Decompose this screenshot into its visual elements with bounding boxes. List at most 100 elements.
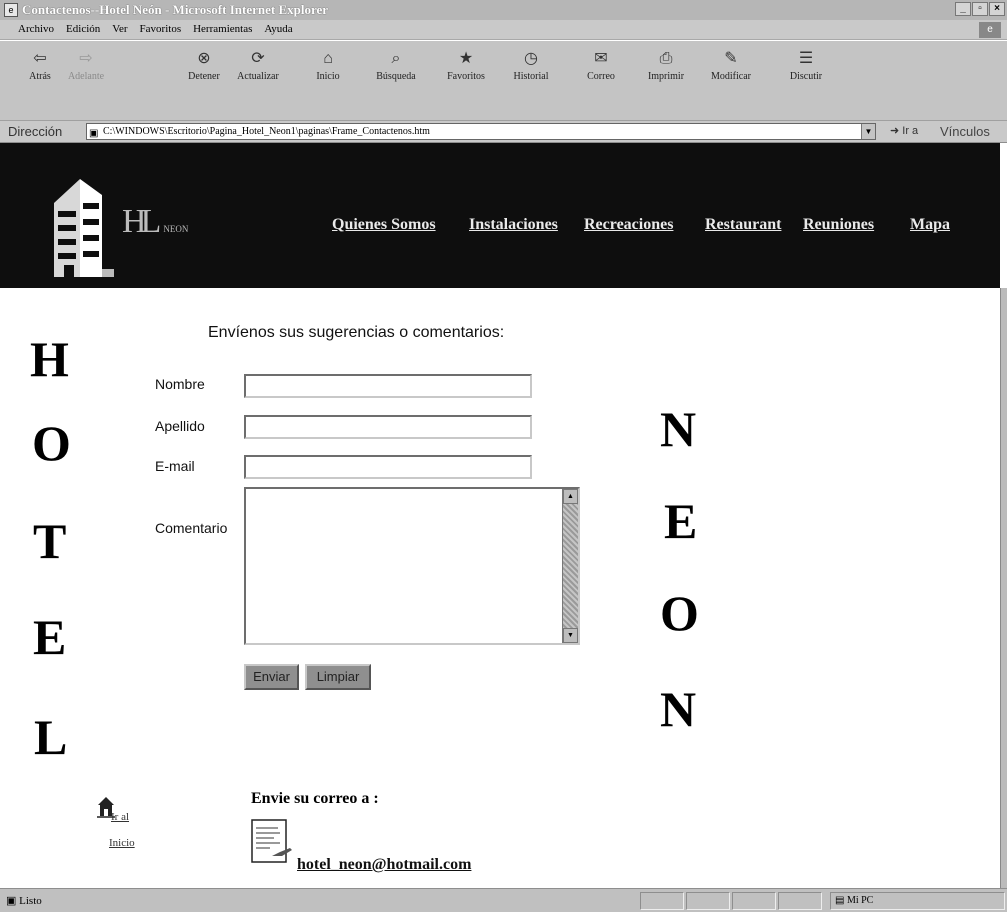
ie-page-icon: e [4, 3, 18, 17]
toolbar-button-edit[interactable]: ✎ Modificar [705, 47, 757, 82]
status-cell [778, 892, 822, 910]
toolbar-button-stop[interactable]: ⊗ Detener [178, 47, 230, 82]
toolbar-button-search[interactable]: ⌕ Búsqueda [370, 47, 422, 82]
toolbar-button-history[interactable]: ◷ Historial [505, 47, 557, 82]
logo-neon-text: NEON [163, 224, 189, 235]
toolbar-button-forward-arrow[interactable]: ⇨ Adelante [60, 47, 112, 82]
status-cell [640, 892, 684, 910]
nav-quienes-somos[interactable]: Quienes Somos [332, 216, 436, 234]
toolbar-button-refresh[interactable]: ⟳ Actualizar [232, 47, 284, 82]
comment-textarea[interactable]: ▲ ▼ [244, 487, 580, 645]
logo-wordmark: HL NEON [122, 203, 188, 241]
email-label: E-mail [155, 458, 195, 474]
toolbar-button-label: Detener [188, 71, 220, 82]
hotel-letter-e: E [33, 609, 67, 665]
name-label: Nombre [155, 376, 205, 392]
stop-icon: ⊗ [197, 50, 211, 67]
toolbar-button-discuss[interactable]: ☰ Discutir [780, 47, 832, 82]
email-link[interactable]: hotel_neon@hotmail.com [297, 856, 471, 874]
toolbar-button-print[interactable]: ⎙ Imprimir [640, 47, 692, 82]
comment-scrollbar[interactable]: ▲ ▼ [562, 489, 578, 643]
links-button[interactable]: Vínculos [940, 124, 990, 139]
clear-button[interactable]: Limpiar [305, 664, 371, 690]
security-zone: ▤ Mi PC [830, 892, 1005, 910]
toolbar-button-label: Búsqueda [376, 71, 416, 82]
neon-letter-o: O [660, 585, 699, 641]
home-link-text-2[interactable]: Inicio [109, 837, 135, 849]
home-link-text-1[interactable]: Ir al [111, 811, 129, 823]
scroll-up-icon[interactable]: ▲ [563, 489, 578, 504]
nav-reuniones[interactable]: Reuniones [803, 216, 874, 234]
hotel-letter-o: O [32, 415, 71, 471]
window-title: Contactenos--Hotel Neón - Microsoft Inte… [22, 2, 329, 17]
forward-arrow-icon: ⇨ [79, 50, 93, 67]
nav-recreaciones[interactable]: Recreaciones [584, 216, 673, 234]
page-scrollbar[interactable] [1000, 288, 1007, 888]
edit-icon: ✎ [724, 50, 738, 67]
toolbar-button-mail[interactable]: ✉ Correo [575, 47, 627, 82]
history-icon: ◷ [524, 50, 538, 67]
refresh-icon: ⟳ [251, 50, 265, 67]
toolbar-button-label: Atrás [29, 71, 51, 82]
surname-label: Apellido [155, 418, 205, 434]
address-input[interactable]: ▣ C:\WINDOWS\Escritorio\Pagina_Hotel_Neo… [86, 123, 876, 140]
minimize-button[interactable]: _ [955, 2, 971, 16]
nav-mapa[interactable]: Mapa [910, 216, 950, 234]
title-bar: e Contactenos--Hotel Neón - Microsoft In… [0, 0, 1007, 20]
status-text: ▣ Listo [6, 895, 42, 907]
form-title: Envíenos sus sugerencias o comentarios: [208, 324, 505, 341]
address-bar: Dirección ▣ C:\WINDOWS\Escritorio\Pagina… [0, 121, 1007, 143]
mail-icon: ✉ [594, 50, 608, 67]
toolbar-button-favorites[interactable]: ★ Favoritos [440, 47, 492, 82]
favorites-icon: ★ [458, 50, 474, 67]
letter-icon [251, 819, 292, 863]
toolbar-button-label: Imprimir [647, 71, 685, 82]
mail-title: Envie su correo a : [251, 790, 379, 807]
address-url: C:\WINDOWS\Escritorio\Pagina_Hotel_Neon1… [103, 126, 430, 137]
status-cell [686, 892, 730, 910]
hotel-building-logo-icon [54, 179, 114, 277]
close-button[interactable]: × [989, 2, 1005, 16]
menu-favoritos[interactable]: Favoritos [140, 23, 182, 35]
neon-letter-n2: N [660, 681, 697, 737]
send-button[interactable]: Enviar [244, 664, 299, 690]
hotel-letter-h: H [30, 331, 69, 387]
go-label: Ir a [902, 125, 919, 137]
ie-logo-icon: e [979, 22, 1001, 38]
toolbar-button-label: Favoritos [447, 71, 485, 82]
scroll-down-icon[interactable]: ▼ [563, 628, 578, 643]
menu-herramientas[interactable]: Herramientas [193, 23, 252, 35]
menu-ver[interactable]: Ver [112, 23, 127, 35]
menu-ayuda[interactable]: Ayuda [264, 23, 292, 35]
toolbar-button-label: Adelante [67, 71, 105, 82]
toolbar-button-label: Correo [587, 71, 615, 82]
maximize-button[interactable]: ▫ [972, 2, 988, 16]
status-cells [640, 892, 822, 910]
surname-input[interactable] [244, 415, 532, 439]
nav-restaurant[interactable]: Restaurant [705, 216, 781, 234]
logo-monogram: HL [122, 203, 161, 240]
toolbar-button-label: Actualizar [237, 71, 279, 82]
print-icon: ⎙ [659, 50, 673, 67]
menu-edicion[interactable]: Edición [66, 23, 100, 35]
email-input[interactable] [244, 455, 532, 479]
toolbar-button-home[interactable]: ⌂ Inicio [302, 47, 354, 82]
back-arrow-icon: ⇦ [33, 50, 47, 67]
toolbar-button-label: Inicio [316, 71, 340, 82]
address-dropdown-icon[interactable]: ▼ [861, 124, 875, 139]
neon-letter-n1: N [660, 401, 697, 457]
menu-bar: Archivo Edición Ver Favoritos Herramient… [0, 20, 1007, 40]
name-input[interactable] [244, 374, 532, 398]
hotel-letter-t: T [33, 513, 67, 569]
comment-label: Comentario [155, 520, 228, 536]
nav-instalaciones[interactable]: Instalaciones [469, 216, 558, 234]
toolbar-button-label: Historial [513, 71, 549, 82]
address-label: Dirección [8, 124, 63, 139]
search-icon: ⌕ [391, 50, 401, 67]
site-header: HL NEON Quienes Somos Instalaciones Recre… [0, 143, 1000, 288]
toolbar-button-back-arrow[interactable]: ⇦ Atrás [14, 47, 66, 82]
menu-archivo[interactable]: Archivo [18, 23, 54, 35]
status-cell [732, 892, 776, 910]
go-button[interactable]: ➜ Ir a [890, 124, 918, 137]
discuss-icon: ☰ [798, 50, 814, 67]
